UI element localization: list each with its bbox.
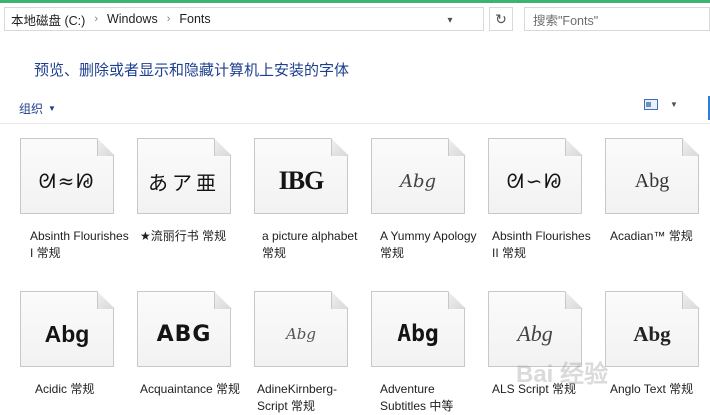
- font-preview: Abg: [44, 320, 90, 347]
- toolbar: 组织 ▼ ▼: [0, 92, 710, 124]
- refresh-button[interactable]: ↻: [489, 7, 513, 31]
- view-icon: [644, 99, 658, 110]
- font-tile[interactable]: Abg ALS Script 常规: [485, 281, 597, 415]
- font-tile[interactable]: Abg Acadian™ 常规: [602, 128, 710, 268]
- font-tile[interactable]: ABG Acquaintance 常规: [134, 281, 246, 415]
- breadcrumb-fonts[interactable]: Fonts: [179, 12, 210, 26]
- font-tile[interactable]: あア亜 ★流丽行书 常规: [134, 128, 246, 268]
- caret-down-icon: ▼: [48, 104, 56, 113]
- window-top-accent: [0, 0, 710, 3]
- font-name: Acquaintance 常规: [140, 382, 241, 396]
- font-name: A Yummy Apology 常规: [380, 229, 477, 260]
- page-fold: [331, 291, 349, 309]
- font-name: Absinth Flourishes II 常规: [492, 229, 591, 260]
- chevron-right-icon[interactable]: ›: [167, 13, 171, 25]
- font-name: Adventure Subtitles 中等: [380, 382, 454, 413]
- font-preview: ᘛ≈ᘘ: [38, 169, 96, 193]
- font-preview: Abg: [517, 321, 553, 346]
- organize-button[interactable]: 组织 ▼: [19, 100, 56, 117]
- font-preview: Abg: [399, 170, 437, 192]
- font-tile[interactable]: Abg Anglo Text 常规: [602, 281, 710, 415]
- search-placeholder: 搜索"Fonts": [533, 13, 599, 28]
- font-preview: Abg: [397, 321, 439, 347]
- page-fold: [565, 291, 583, 309]
- address-bar-row: 本地磁盘 (C:) › Windows › Fonts ▾ ↻ 搜索"Fonts…: [0, 5, 710, 33]
- organize-label: 组织: [19, 102, 44, 116]
- page-title: 预览、删除或者显示和隐藏计算机上安装的字体: [34, 62, 350, 79]
- view-options-button[interactable]: ▼: [644, 99, 678, 110]
- font-tile[interactable]: Abg Acidic 常规: [17, 281, 129, 415]
- font-name: Acadian™ 常规: [610, 229, 693, 243]
- font-preview: ᘛ∽ᘘ: [506, 169, 564, 193]
- breadcrumb-windows[interactable]: Windows: [107, 12, 158, 26]
- font-tile[interactable]: ᘛ≈ᘘ Absinth Flourishes I 常规: [17, 128, 129, 268]
- font-tile[interactable]: Abg AdineKirnberg-Script 常规: [251, 281, 363, 415]
- watermark: Bai 经验: [516, 361, 609, 388]
- font-tile[interactable]: Abg Adventure Subtitles 中等: [368, 281, 480, 415]
- chevron-right-icon[interactable]: ›: [94, 13, 98, 25]
- font-preview: ABG: [156, 321, 212, 347]
- refresh-icon: ↻: [495, 10, 507, 27]
- search-input[interactable]: 搜索"Fonts": [524, 7, 710, 31]
- font-name: Acidic 常规: [35, 382, 95, 396]
- font-preview: IBG: [278, 166, 325, 195]
- font-tile[interactable]: Abg A Yummy Apology 常规: [368, 128, 480, 268]
- breadcrumb-drive[interactable]: 本地磁盘 (C:): [11, 10, 85, 29]
- breadcrumb[interactable]: 本地磁盘 (C:) › Windows › Fonts ▾: [4, 7, 484, 31]
- font-name: a picture alphabet 常规: [262, 229, 358, 260]
- page-fold: [682, 291, 700, 309]
- font-name: Anglo Text 常规: [610, 382, 694, 396]
- font-name: Absinth Flourishes I 常规: [30, 229, 129, 260]
- font-preview: Abg: [633, 321, 671, 346]
- font-name: ★流丽行书 常规: [140, 229, 227, 243]
- page-fold: [97, 138, 115, 156]
- font-tile[interactable]: ᘛ∽ᘘ Absinth Flourishes II 常规: [485, 128, 597, 268]
- font-tile[interactable]: IBG a picture alphabet 常规: [251, 128, 363, 268]
- page-fold: [448, 291, 466, 309]
- chevron-down-icon[interactable]: ▾: [441, 11, 459, 29]
- font-preview: Abg: [634, 169, 670, 192]
- page-fold: [214, 138, 232, 156]
- caret-down-icon: ▼: [670, 100, 678, 109]
- font-preview: あア亜: [148, 170, 220, 195]
- font-name: AdineKirnberg-Script 常规: [257, 382, 338, 413]
- font-preview: Abg: [285, 325, 317, 343]
